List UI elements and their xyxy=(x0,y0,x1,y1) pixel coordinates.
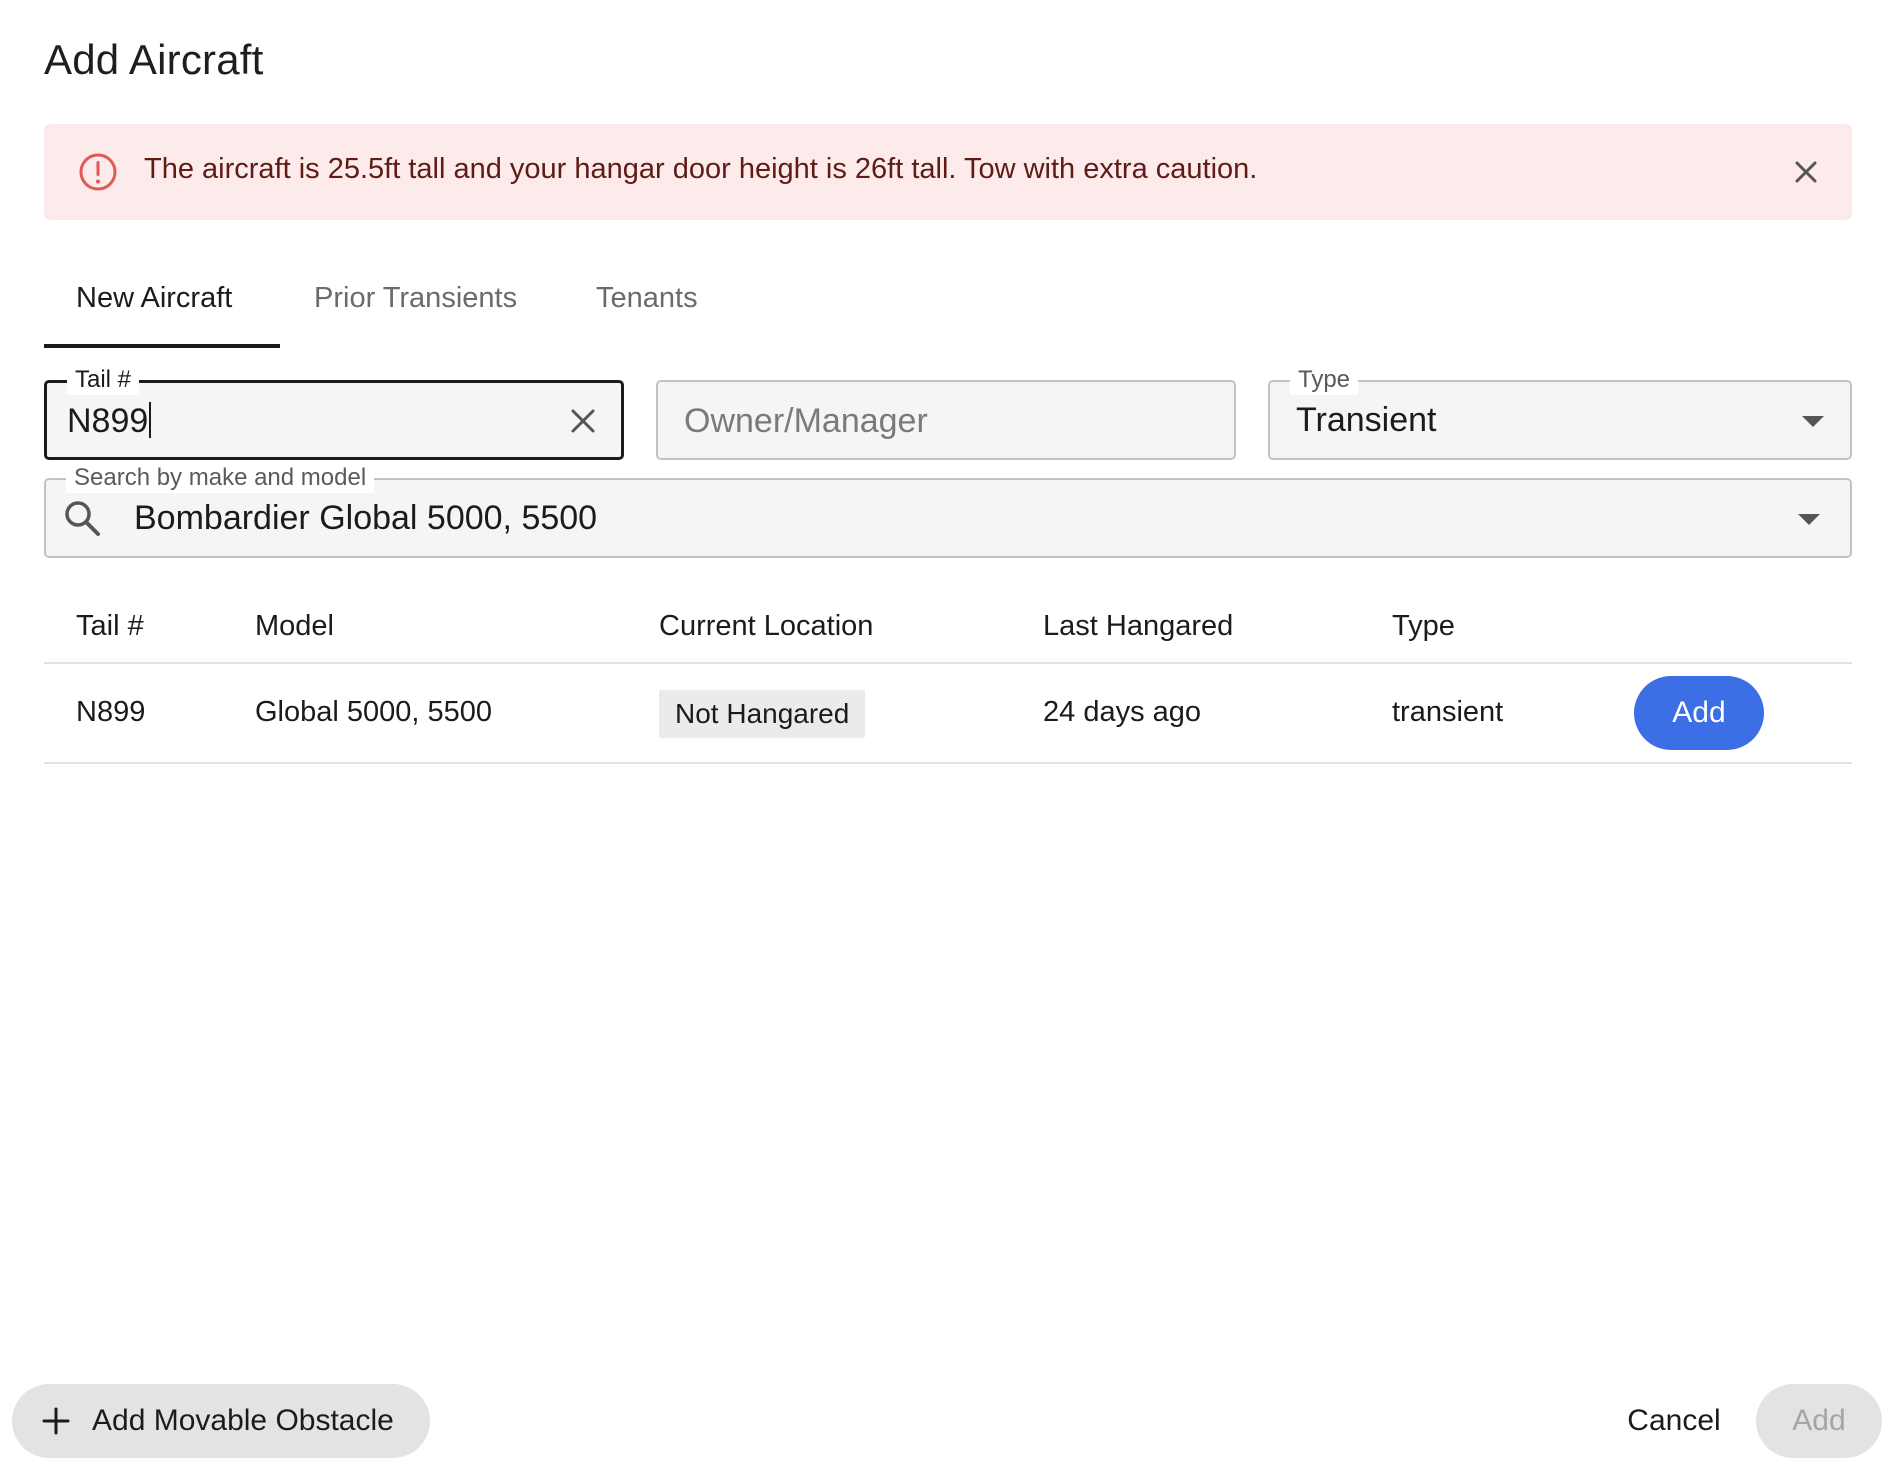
dialog-title: Add Aircraft xyxy=(44,36,264,83)
warning-circle-icon xyxy=(79,153,117,191)
cell-last-hangared: 24 days ago xyxy=(1043,696,1202,728)
column-header-last-hangared: Last Hangared xyxy=(1043,610,1234,642)
model-search-value: Bombardier Global 5000, 5500 xyxy=(134,499,598,537)
add-movable-obstacle-button[interactable]: Add Movable Obstacle xyxy=(12,1384,430,1458)
cell-tail: N899 xyxy=(76,696,146,728)
tab-prior-transients[interactable]: Prior Transients xyxy=(314,282,517,315)
plus-icon xyxy=(42,1407,70,1435)
chevron-down-icon[interactable] xyxy=(1802,416,1824,427)
model-search-label: Search by make and model xyxy=(66,463,375,493)
tab-new-aircraft[interactable]: New Aircraft xyxy=(76,282,232,315)
add-row-button[interactable]: Add xyxy=(1634,676,1764,750)
search-icon xyxy=(65,501,100,536)
text-caret xyxy=(149,402,152,438)
clear-icon[interactable] xyxy=(567,405,599,437)
location-badge: Not Hangared xyxy=(659,690,866,738)
height-warning-alert: The aircraft is 25.5ft tall and your han… xyxy=(44,124,1852,220)
tab-tenants[interactable]: Tenants xyxy=(596,282,698,315)
type-value: Transient xyxy=(1296,401,1437,439)
column-header-type: Type xyxy=(1392,610,1455,642)
row-divider xyxy=(44,762,1852,764)
type-label: Type xyxy=(1290,365,1359,395)
column-header-location: Current Location xyxy=(659,610,874,642)
cancel-button[interactable]: Cancel xyxy=(1612,1384,1736,1458)
table-row: N899 Global 5000, 5500 Not Hangared 24 d… xyxy=(44,664,1852,764)
add-button-disabled: Add xyxy=(1756,1384,1882,1458)
tab-bar: New Aircraft Prior Transients Tenants xyxy=(44,270,844,350)
tail-number-value[interactable]: N899 xyxy=(67,402,152,441)
owner-manager-placeholder: Owner/Manager xyxy=(684,402,928,440)
close-icon[interactable] xyxy=(1788,154,1824,190)
cell-model: Global 5000, 5500 xyxy=(255,696,493,728)
alert-message: The aircraft is 25.5ft tall and your han… xyxy=(144,153,1258,185)
tail-number-label: Tail # xyxy=(67,365,140,395)
owner-manager-field[interactable]: Owner/Manager xyxy=(656,380,1236,460)
add-movable-obstacle-label: Add Movable Obstacle xyxy=(92,1404,394,1437)
chevron-down-icon[interactable] xyxy=(1798,514,1820,525)
column-header-tail: Tail # xyxy=(76,610,144,642)
type-select[interactable]: Type Transient xyxy=(1268,365,1852,460)
cell-type: transient xyxy=(1392,696,1504,728)
column-header-model: Model xyxy=(255,610,334,642)
tail-number-field[interactable]: Tail # N899 xyxy=(44,365,624,460)
model-search-field[interactable]: Search by make and model Bombardier Glob… xyxy=(44,463,1852,558)
active-tab-indicator xyxy=(44,344,280,348)
